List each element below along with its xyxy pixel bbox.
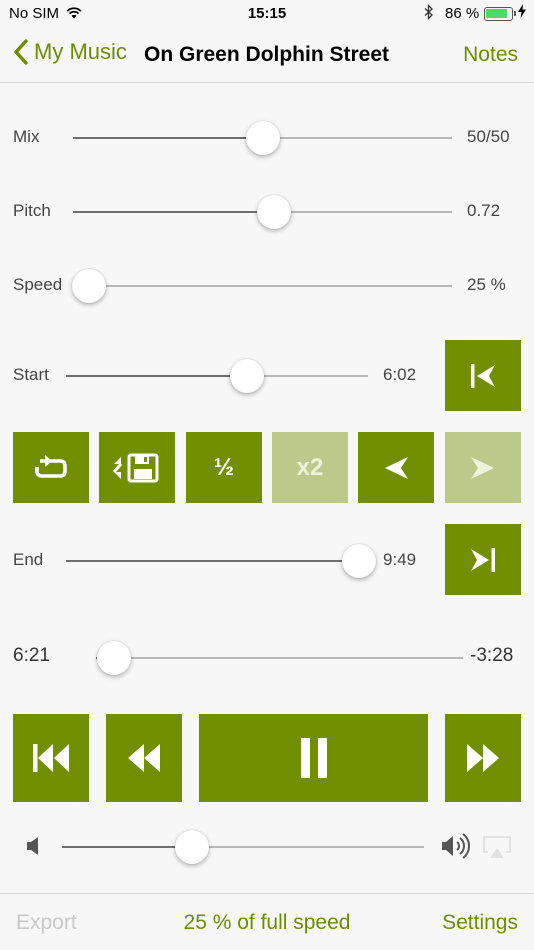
volume-slider[interactable] [62, 830, 424, 864]
loop-end-slider[interactable] [66, 544, 376, 578]
export-button[interactable]: Export [16, 911, 77, 935]
skip-back-icon [33, 744, 69, 772]
half-loop-label: ½ [213, 453, 234, 481]
battery-icon [484, 7, 516, 21]
battery-percent: 86 % [445, 5, 480, 22]
back-button[interactable]: My Music [14, 39, 127, 65]
loop-start-slider[interactable] [66, 359, 368, 393]
position-thumb[interactable] [97, 641, 132, 675]
pitch-slider-thumb[interactable] [256, 195, 291, 229]
mix-row: Mix 50/50 [0, 117, 534, 157]
back-label: My Music [34, 39, 127, 64]
mix-label: Mix [13, 127, 40, 146]
pitch-row: Pitch 0.72 [0, 191, 534, 231]
set-start-icon [471, 363, 495, 388]
volume-thumb[interactable] [175, 830, 210, 864]
song-title: On Green Dolphin Street [144, 43, 390, 66]
bottom-toolbar: 25 % of full speed Export Settings [0, 893, 534, 950]
speed-value: 25 % [467, 275, 506, 294]
mix-slider-thumb[interactable] [245, 121, 280, 155]
mix-slider[interactable] [73, 121, 452, 155]
loop-icon [35, 454, 67, 478]
elapsed-time: 6:21 [13, 645, 50, 666]
mix-value: 50/50 [467, 127, 510, 146]
double-loop-label: x2 [296, 453, 324, 481]
speed-label: Speed [13, 275, 63, 294]
pitch-slider[interactable] [73, 195, 452, 229]
loop-end-label: End [13, 550, 44, 569]
position-row: 6:21 -3:28 [0, 637, 534, 677]
rewind-button[interactable] [106, 714, 182, 802]
save-loop-icon [112, 453, 159, 482]
shift-loop-back-button[interactable] [358, 432, 434, 503]
set-loop-end-button[interactable] [445, 524, 521, 595]
loop-start-label: Start [13, 365, 49, 384]
player-screen: { "status_bar": { "carrier": "No SIM", "… [0, 0, 534, 950]
volume-high-icon [440, 832, 474, 865]
pause-icon [300, 738, 327, 778]
double-loop-button[interactable]: x2 [272, 432, 348, 503]
chevron-right-icon [471, 456, 494, 479]
bluetooth-icon [424, 3, 434, 24]
rewind-icon [128, 744, 160, 772]
pitch-label: Pitch [13, 201, 51, 220]
volume-row [0, 827, 534, 867]
fast-forward-button[interactable] [445, 714, 521, 802]
charging-icon [518, 4, 526, 22]
loop-end-value: 9:49 [383, 550, 417, 569]
set-end-icon [471, 547, 495, 572]
loop-toggle-button[interactable] [13, 432, 89, 503]
notes-button[interactable]: Notes [463, 43, 518, 67]
chevron-left-icon [14, 39, 28, 65]
save-loop-button[interactable] [99, 432, 175, 503]
settings-button[interactable]: Settings [442, 911, 518, 935]
chevron-left-icon [385, 456, 408, 479]
speed-row: Speed 25 % [0, 265, 534, 305]
position-slider[interactable] [96, 641, 463, 675]
loop-start-thumb[interactable] [230, 359, 265, 393]
pitch-value: 0.72 [467, 201, 501, 220]
status-bar: No SIM 15:15 86 % [0, 0, 534, 30]
navigation-bar: My Music On Green Dolphin Street Notes [0, 30, 534, 83]
fast-forward-icon [467, 744, 499, 772]
pause-button[interactable] [199, 714, 428, 802]
shift-loop-forward-button[interactable] [445, 432, 521, 503]
airplay-icon[interactable] [482, 834, 512, 865]
speed-slider-thumb[interactable] [72, 269, 106, 303]
loop-start-value: 6:02 [383, 365, 417, 384]
speed-slider[interactable] [72, 269, 452, 303]
volume-low-icon [25, 835, 41, 862]
remaining-time: -3:28 [470, 645, 514, 666]
loop-end-thumb[interactable] [341, 544, 376, 578]
set-loop-start-button[interactable] [445, 340, 521, 411]
half-loop-button[interactable]: ½ [186, 432, 262, 503]
skip-back-button[interactable] [13, 714, 89, 802]
